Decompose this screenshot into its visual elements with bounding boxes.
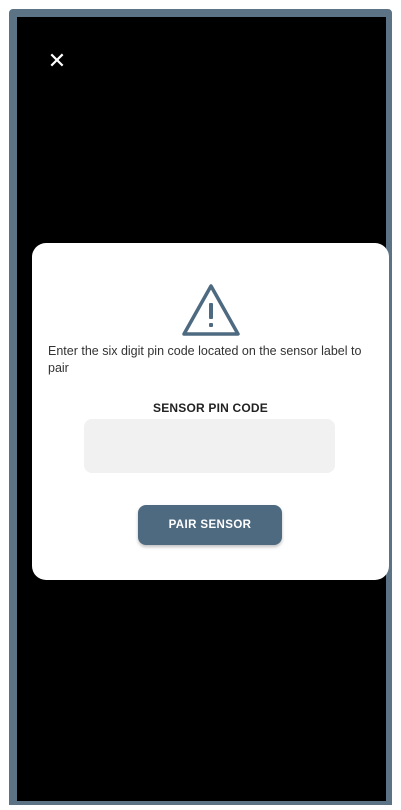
pair-sensor-button[interactable]: PAIR SENSOR <box>138 505 282 545</box>
pin-code-label: SENSOR PIN CODE <box>152 401 269 415</box>
device-frame: ✕ Enter the six digit pin code located o… <box>0 0 401 810</box>
instruction-text: Enter the six digit pin code located on … <box>48 344 362 375</box>
close-icon: ✕ <box>47 48 67 73</box>
pairing-dialog: Enter the six digit pin code located on … <box>32 243 389 580</box>
pin-code-input[interactable] <box>84 419 335 473</box>
warning-triangle-icon <box>182 284 240 336</box>
close-button[interactable]: ✕ <box>42 46 72 76</box>
